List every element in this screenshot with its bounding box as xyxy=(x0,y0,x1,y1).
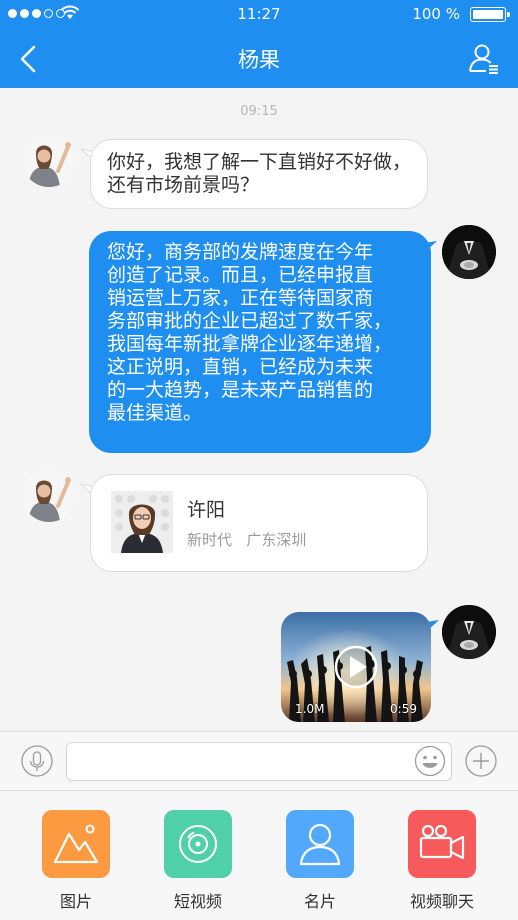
battery-icon xyxy=(470,7,510,22)
chat-timestamp: 09:15 xyxy=(240,104,278,119)
tool-label: 视频聊天 xyxy=(409,892,474,911)
message-line: 您好，商务部的发牌速度在今年 xyxy=(107,241,374,263)
card-name: 许阳 xyxy=(187,499,226,521)
emoji-button[interactable] xyxy=(414,745,446,777)
message-input[interactable] xyxy=(66,742,452,781)
message-bubble-incoming[interactable]: 你好，我想了解一下直销好不好做， 还有市场前景吗？ xyxy=(90,139,428,209)
message-bubble-outgoing[interactable]: 您好，商务部的发牌速度在今年 创造了记录。而且，已经申报直 销运营上万家，正在等… xyxy=(89,231,431,453)
voice-input-button[interactable] xyxy=(21,745,53,777)
my-avatar[interactable] xyxy=(442,225,496,279)
contact-card-icon xyxy=(286,810,354,878)
tool-image[interactable]: 图片 xyxy=(28,810,124,912)
message-line: 我国每年新批拿牌企业逐年递增， xyxy=(107,333,393,355)
battery-percent: 100 % xyxy=(412,5,460,23)
message-line: 还有市场前景吗？ xyxy=(107,174,260,196)
message-line: 务部审批的企业已超过了数千家， xyxy=(107,310,393,332)
card-avatar xyxy=(111,491,173,553)
image-icon xyxy=(42,810,110,878)
tool-short-video[interactable]: 短视频 xyxy=(150,810,246,912)
page-title: 杨果 xyxy=(238,48,280,72)
video-camera-icon xyxy=(408,810,476,878)
message-line: 的一大趋势，是未来产品销售的 xyxy=(107,379,374,401)
short-video-icon xyxy=(164,810,232,878)
message-line: 创造了记录。而且，已经申报直 xyxy=(107,264,374,286)
tool-contact-card[interactable]: 名片 xyxy=(272,810,368,912)
tool-label: 名片 xyxy=(303,892,336,911)
more-options-button[interactable] xyxy=(465,745,497,777)
tool-video-chat[interactable]: 视频聊天 xyxy=(394,810,490,912)
video-message[interactable]: 1.0M 0:59 xyxy=(281,612,431,722)
business-card-message[interactable]: 许阳 新时代 广东深圳 xyxy=(90,474,428,572)
card-details: 新时代 广东深圳 xyxy=(187,529,306,552)
top-bar: 11:27 100 % 杨果 xyxy=(0,0,518,88)
message-line: 你好，我想了解一下直销好不好做， xyxy=(107,151,412,173)
message-line: 最佳渠道。 xyxy=(107,402,203,424)
my-avatar[interactable] xyxy=(442,605,496,659)
message-line: 这正说明，直销，已经成为未来 xyxy=(107,356,374,378)
tool-label: 短视频 xyxy=(173,892,222,911)
tool-label: 图片 xyxy=(59,892,92,911)
attachment-toolbar: 图片 短视频 名片 视频聊天 xyxy=(0,792,518,920)
video-size: 1.0M xyxy=(295,702,325,716)
card-company: 新时代 xyxy=(187,531,233,549)
input-bar xyxy=(0,731,518,791)
contact-avatar[interactable] xyxy=(22,133,76,187)
contact-list-icon[interactable] xyxy=(468,42,500,74)
video-duration: 0:59 xyxy=(390,702,417,716)
status-bar: 11:27 100 % xyxy=(0,0,518,30)
card-location: 广东深圳 xyxy=(246,531,307,549)
message-line: 销运营上万家，正在等待国家商 xyxy=(107,287,374,309)
contact-avatar[interactable] xyxy=(22,468,76,522)
